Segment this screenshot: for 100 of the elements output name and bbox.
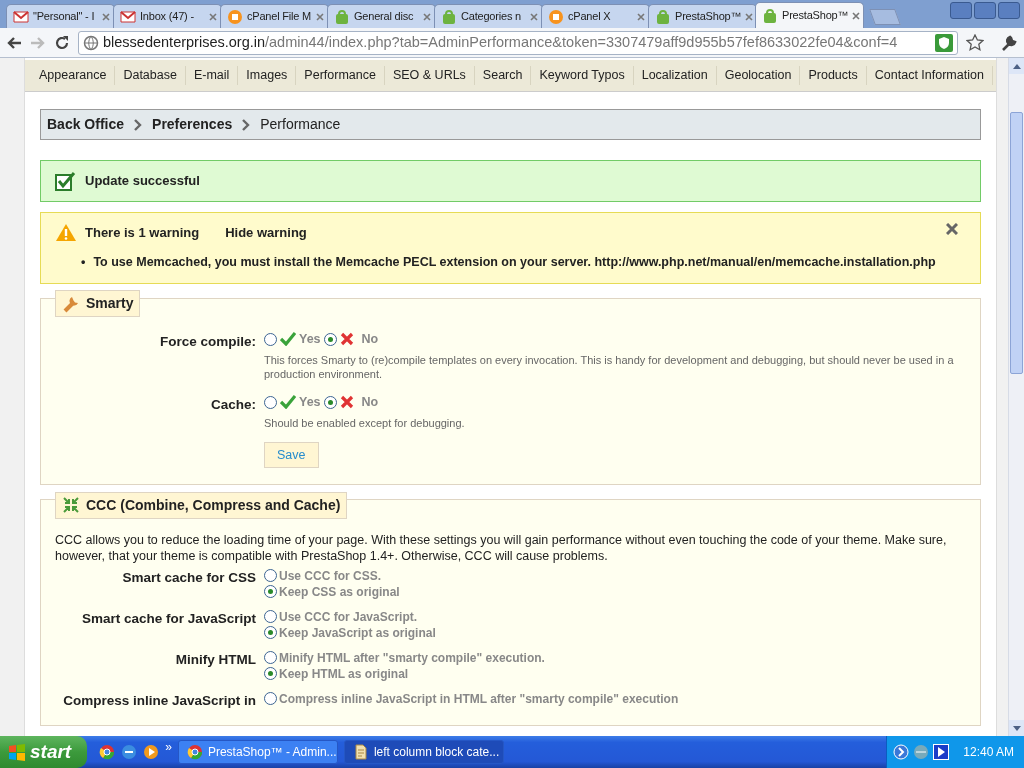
save-button[interactable]: Save	[264, 441, 319, 469]
media-player-icon[interactable]	[143, 744, 160, 760]
help-text: Should be enabled except for debugging.	[264, 415, 466, 430]
help-text: This forces Smarty to (re)compile templates on every invocation. This is handy for development and debugging, but should never be used in a production environment.	[264, 352, 955, 381]
taskbar-button[interactable]: left column block cate...	[343, 740, 504, 764]
warning-icon	[55, 223, 77, 243]
mail-icon	[13, 8, 29, 25]
field-label: Compress inline JavaScript in	[62, 691, 256, 710]
close-icon[interactable]	[530, 12, 538, 21]
address-bar[interactable]: blessedenterprises.org.in/admin44/index.php?tab=AdminPerformance&token=3307479aff9d955b57fef8633022fe04&conf=4	[78, 30, 958, 55]
mail-icon	[120, 8, 136, 25]
cross-icon	[339, 395, 354, 410]
bag-icon	[762, 7, 778, 24]
scroll-down-icon[interactable]	[1012, 725, 1021, 731]
legend-text: CCC (Combine, Compress and Cache)	[86, 495, 341, 515]
option-label: Yes	[299, 393, 321, 411]
subtab-link[interactable]: Keyword Typos	[531, 66, 634, 85]
scrollbar[interactable]	[1008, 58, 1024, 736]
cpanel-icon	[548, 8, 564, 25]
radio-button[interactable]	[264, 610, 277, 624]
option-label: Yes	[299, 331, 321, 348]
subtab-link[interactable]: Database	[115, 66, 186, 85]
hide-warning-link[interactable]: Hide warning	[225, 223, 307, 243]
doc-link[interactable]: http://www.php.net/manual/en/memcache.installation.php	[594, 254, 936, 269]
option-label: No	[361, 393, 379, 411]
breadcrumb-item[interactable]: Preferences	[152, 114, 233, 135]
browser-tab[interactable]: PrestaShop™	[755, 2, 864, 28]
play-icon[interactable]	[933, 744, 950, 760]
globe-icon	[186, 744, 203, 760]
scroll-up-icon[interactable]	[1012, 63, 1021, 69]
subtab-link[interactable]: Images	[238, 66, 297, 85]
bag-icon	[441, 8, 457, 25]
subtab-link[interactable]: Contact Information	[866, 66, 993, 85]
radio-button[interactable]	[264, 651, 277, 665]
subtab-link[interactable]: Localization	[633, 66, 717, 85]
close-icon[interactable]	[316, 12, 324, 21]
subtab-link[interactable]: Appearance	[31, 66, 116, 85]
browser-tab[interactable]: Categories n	[434, 4, 543, 28]
close-icon[interactable]	[745, 12, 754, 21]
bullet: •	[81, 253, 86, 271]
radio-button[interactable]	[264, 626, 277, 640]
url-text: blessedenterprises.org.in/admin44/index.php?tab=AdminPerformance&token=3307479aff9d955b57fef8633022fe04&conf=4	[103, 32, 898, 52]
close-button[interactable]	[946, 221, 958, 235]
option-label: Compress inline JavaScript in HTML after "smarty compile" execution	[279, 690, 679, 708]
bag-icon	[655, 8, 671, 25]
chevron-icon	[134, 118, 143, 131]
option-label: Minify HTML after "smarty compile" execution.	[279, 649, 545, 667]
check-icon	[280, 395, 296, 410]
subtab-link[interactable]: Performance	[296, 66, 385, 85]
field-label: Minify HTML	[174, 650, 256, 669]
radio-button[interactable]	[264, 585, 277, 599]
option-label: Use CCC for JavaScript.	[279, 608, 418, 626]
browser-tab[interactable]: cPanel X	[541, 4, 650, 28]
field-label: Cache:	[210, 395, 256, 414]
check-icon	[280, 332, 296, 347]
field-label: Smart cache for CSS	[121, 568, 256, 587]
globe-icon	[83, 34, 99, 51]
close-icon[interactable]	[637, 12, 645, 21]
subtab-link[interactable]: Products	[800, 66, 867, 85]
warning-item: To use Memcached, you must install the Memcache PECL extension on your server. http://www.php.net/manual/en/memcache.installation.php	[93, 253, 936, 271]
radio-button[interactable]	[323, 332, 337, 346]
option-label: Use CCC for CSS.	[279, 567, 382, 585]
browser-tab[interactable]: Inbox (47) -	[113, 4, 222, 28]
field-label: Force compile:	[158, 333, 256, 351]
more-button[interactable]: »	[165, 738, 172, 756]
breadcrumb-item[interactable]: Back Office	[47, 114, 125, 135]
checkmark-icon	[55, 171, 77, 191]
subtab-link[interactable]: E-mail	[185, 66, 239, 85]
close-icon[interactable]	[209, 12, 217, 21]
subtab-link[interactable]: SEO & URLs	[384, 66, 475, 85]
close-icon[interactable]	[102, 12, 110, 21]
warning-title: There is 1 warning	[85, 224, 200, 242]
radio-button[interactable]	[264, 395, 277, 409]
bag-icon	[334, 8, 350, 25]
cpanel-icon	[227, 8, 243, 25]
cross-icon	[339, 332, 354, 347]
browser-tab[interactable]: General disc	[327, 4, 436, 28]
chevron-icon[interactable]	[893, 744, 910, 760]
close-icon[interactable]	[852, 11, 861, 20]
option-label: Keep CSS as original	[279, 583, 400, 601]
option-label: No	[361, 331, 379, 348]
browser-tab[interactable]: "Personal" - I	[6, 4, 115, 28]
subtab-link[interactable]: Search	[474, 66, 532, 85]
radio-button[interactable]	[323, 395, 337, 409]
shield-icon[interactable]	[935, 33, 953, 52]
start-button[interactable]: start	[0, 736, 88, 768]
radio-button[interactable]	[264, 692, 277, 706]
browser-tab[interactable]: PrestaShop™	[648, 4, 757, 28]
taskbar-button[interactable]: PrestaShop™ - Admin...	[177, 740, 338, 764]
option-label: Keep JavaScript as original	[279, 624, 436, 642]
close-icon[interactable]	[423, 12, 431, 21]
option-label: Keep HTML as original	[279, 665, 409, 683]
radio-button[interactable]	[264, 569, 277, 583]
subtab-link[interactable]: Geolocation	[716, 66, 801, 85]
radio-button[interactable]	[264, 667, 277, 681]
star-icon[interactable]	[966, 32, 984, 53]
radio-button[interactable]	[264, 332, 277, 346]
browser-tab[interactable]: cPanel File M	[220, 4, 329, 28]
windows-logo-icon	[8, 743, 26, 761]
chevron-icon	[242, 118, 251, 131]
